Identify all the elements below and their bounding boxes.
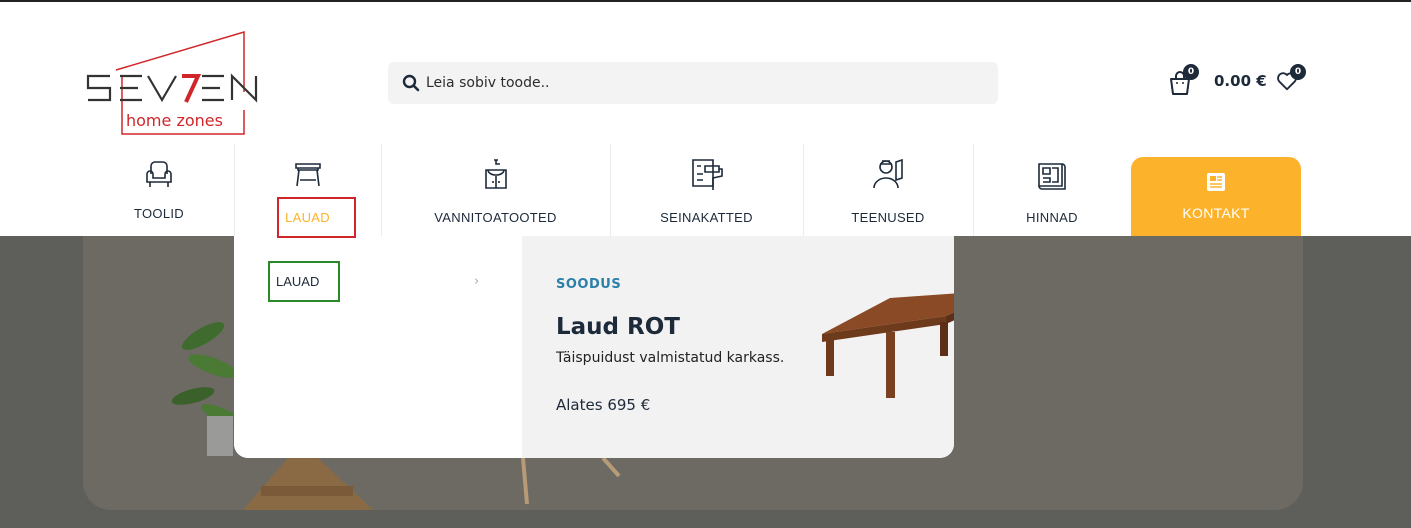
cart-total[interactable]: 0.00 €	[1214, 72, 1267, 90]
wishlist-button[interactable]: 0	[1276, 64, 1306, 94]
cart-button[interactable]: 0	[1168, 64, 1199, 96]
nav-item-hinnad[interactable]: HINNAD	[973, 144, 1131, 236]
armchair-icon	[146, 161, 172, 187]
nav-label: HINNAD	[1026, 210, 1078, 225]
nav-label: VANNITOATOOTED	[434, 210, 557, 225]
nav-label: SEINAKATTED	[660, 210, 753, 225]
highlight-box-green	[268, 261, 340, 302]
nav-item-vannitoatooted[interactable]: VANNITOATOOTED	[381, 144, 610, 236]
worker-icon	[873, 158, 903, 189]
nav-item-toolid[interactable]: TOOLID	[84, 144, 234, 236]
promo-tag: SOODUS	[556, 277, 622, 292]
highlight-box-red	[277, 197, 356, 238]
nav-label: TEENUSED	[851, 210, 925, 225]
contact-card-icon	[1207, 173, 1225, 191]
nav-item-seinakatted[interactable]: SEINAKATTED	[610, 144, 803, 236]
nav-label: KONTAKT	[1182, 205, 1250, 221]
desk-icon	[294, 163, 321, 187]
promo-description: Täispuidust valmistatud karkass.	[556, 350, 785, 366]
promo-title[interactable]: Laud ROT	[556, 314, 680, 340]
cart-count-badge: 0	[1183, 64, 1199, 80]
sink-cabinet-icon	[484, 159, 507, 189]
wishlist-count-badge: 0	[1290, 64, 1306, 80]
nav-item-teenused[interactable]: TEENUSED	[803, 144, 973, 236]
nav-label: TOOLID	[134, 206, 184, 221]
lauad-dropdown-menu: LAUAD › SOODUS Laud ROT Täispuidust valm…	[234, 236, 954, 458]
nav-item-kontakt[interactable]: KONTAKT	[1131, 157, 1301, 236]
promo-price: Alates 695 €	[556, 396, 651, 414]
chevron-right-icon: ›	[474, 274, 480, 289]
seven-home-zones-logo[interactable]: home zones	[86, 30, 282, 136]
blueprint-icon	[1038, 163, 1066, 190]
dropdown-promo[interactable]: SOODUS Laud ROT Täispuidust valmistatud …	[522, 236, 954, 458]
search-icon[interactable]	[402, 74, 420, 92]
svg-text:home zones: home zones	[126, 111, 223, 130]
table-product-image[interactable]	[818, 276, 954, 401]
search-input[interactable]	[426, 62, 986, 104]
paint-roller-wall-icon	[691, 159, 723, 190]
search-bar[interactable]	[388, 62, 998, 104]
